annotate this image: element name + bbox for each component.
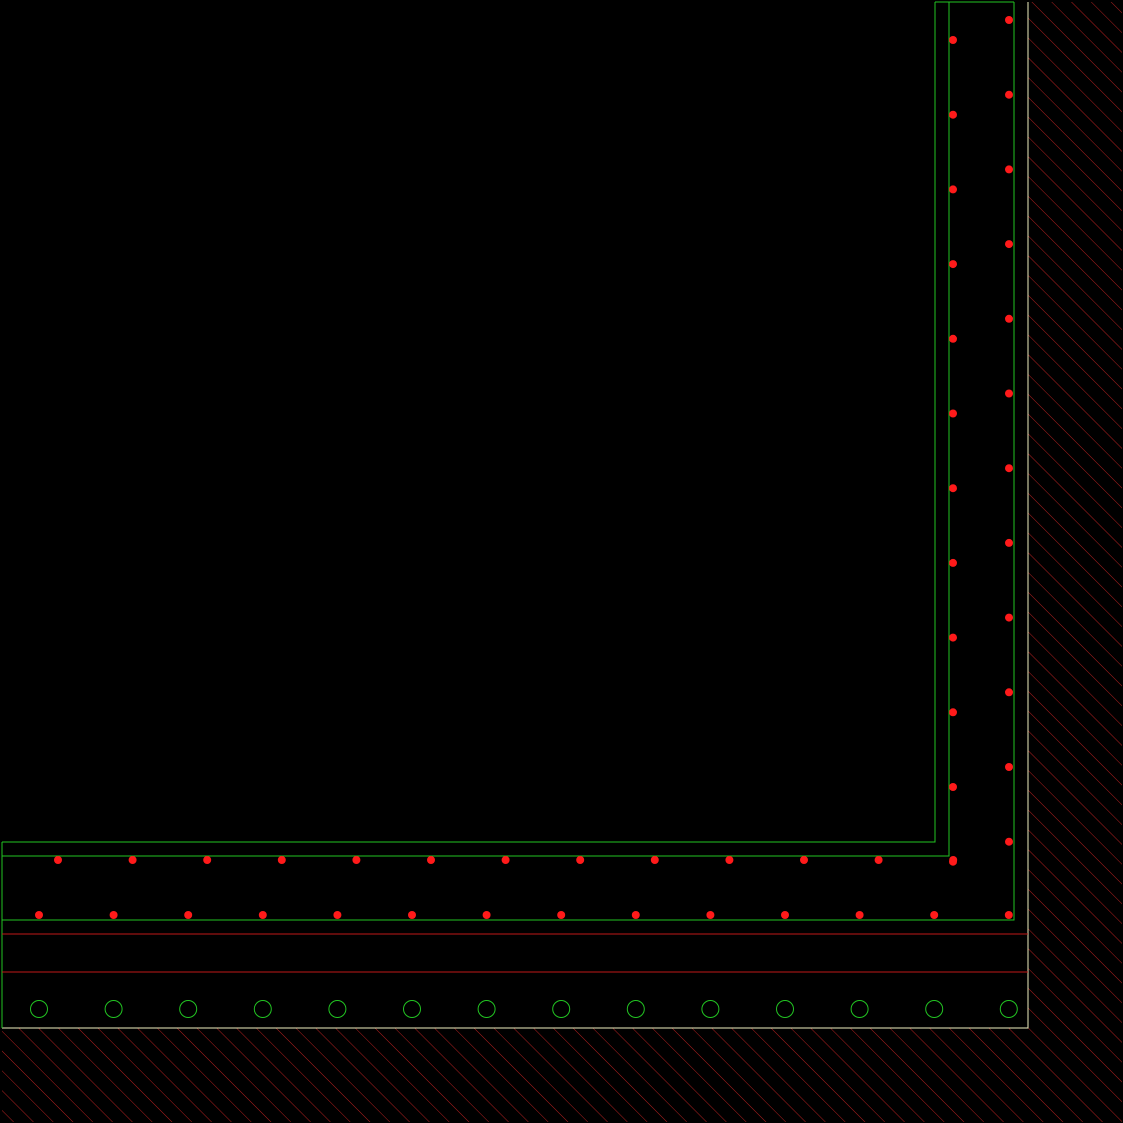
rebar-horizontal-outer bbox=[109, 911, 118, 919]
pile-circle bbox=[403, 1000, 421, 1018]
pile-circle bbox=[328, 1000, 347, 1018]
pile-circle bbox=[477, 1000, 496, 1018]
rebar-horizontal-outer bbox=[482, 911, 491, 919]
rebar-horizontal-inner bbox=[352, 856, 361, 864]
rebar-vertical-inner bbox=[949, 110, 957, 119]
rebar-vertical-outer bbox=[1005, 613, 1013, 622]
rebar-horizontal-inner bbox=[576, 856, 585, 864]
pile-circle bbox=[552, 1000, 571, 1018]
rebar-horizontal-inner bbox=[54, 856, 62, 864]
rebar-horizontal-outer bbox=[35, 911, 43, 919]
rebar-horizontal-inner bbox=[725, 856, 734, 864]
rebar-horizontal-inner bbox=[277, 856, 286, 864]
rebar-vertical-outer bbox=[1005, 464, 1013, 473]
rebar-vertical-inner bbox=[949, 484, 957, 493]
pile-circle bbox=[104, 1000, 123, 1018]
rebar-horizontal-inner bbox=[874, 856, 883, 864]
pile-circle bbox=[179, 1000, 198, 1018]
pile-circle bbox=[999, 1000, 1018, 1018]
cad-drawing-canvas bbox=[1, 1, 1122, 1122]
rebar-horizontal-inner bbox=[203, 856, 212, 864]
rebar-horizontal-inner bbox=[501, 856, 510, 864]
rebar-vertical-outer bbox=[1005, 837, 1013, 846]
pile-circle bbox=[776, 1000, 794, 1018]
rebar-vertical-outer bbox=[1005, 314, 1013, 323]
rebar-horizontal-outer bbox=[781, 911, 789, 919]
membrane-lines bbox=[2, 933, 1028, 973]
rebar-vertical-outer bbox=[1005, 389, 1013, 398]
rebar-horizontal-inner bbox=[800, 856, 808, 864]
rebar-vertical-outer bbox=[1005, 688, 1013, 697]
pile-circle bbox=[626, 1000, 645, 1018]
rebar-horizontal-outer bbox=[631, 911, 640, 919]
pile-circle bbox=[30, 1000, 48, 1018]
rebar-horizontal-outer bbox=[333, 911, 342, 919]
rebar-horizontal-outer bbox=[557, 911, 566, 919]
rebar-horizontal-outer bbox=[706, 911, 715, 919]
rebar-horizontal-outer bbox=[258, 911, 267, 919]
wall-outline-group bbox=[1, 1, 1015, 1028]
pile-circle bbox=[701, 1000, 720, 1018]
rebar-vertical-inner bbox=[949, 783, 957, 791]
rebar-horizontal-outer bbox=[184, 911, 193, 919]
rebar-vertical-outer bbox=[1005, 538, 1013, 547]
rebar-horizontal-outer bbox=[855, 911, 864, 919]
pile-circle bbox=[925, 1000, 944, 1018]
soil-hatch-right bbox=[1028, 2, 1122, 1122]
rebar-vertical-inner bbox=[949, 185, 957, 194]
rebar-vertical-inner bbox=[949, 633, 957, 642]
rebar-horizontal-inner bbox=[427, 856, 435, 864]
rebar-horizontal-inner bbox=[128, 856, 137, 864]
rebar-vertical-inner bbox=[949, 36, 957, 44]
rebar-horizontal-outer bbox=[408, 911, 416, 919]
rebar-vertical-inner bbox=[949, 334, 957, 343]
rebar-vertical-outer bbox=[1005, 240, 1013, 249]
wall-outer-edge bbox=[2, 2, 936, 843]
pile-circle bbox=[253, 1000, 272, 1018]
wall-back-edge bbox=[2, 2, 1015, 921]
rebar-horizontal-inner bbox=[650, 856, 659, 864]
rebar-vertical-inner bbox=[949, 260, 957, 269]
rebar-vertical-inner bbox=[949, 558, 957, 567]
rebar-vertical-outer bbox=[1005, 16, 1013, 24]
rebar-vertical-inner bbox=[949, 409, 957, 418]
rebar-vertical-outer bbox=[1005, 90, 1013, 99]
rebar-vertical-outer bbox=[1005, 763, 1013, 771]
pile-group bbox=[30, 1000, 1018, 1018]
rebar-group bbox=[35, 16, 1013, 919]
rebar-horizontal-outer bbox=[930, 911, 939, 919]
wall-inner-edge bbox=[2, 2, 950, 857]
rebar-vertical-inner bbox=[949, 708, 957, 717]
pile-circle bbox=[850, 1000, 869, 1018]
rebar-horizontal-inner bbox=[949, 856, 958, 864]
soil-boundary-line bbox=[2, 2, 1029, 1029]
rebar-vertical-outer bbox=[1005, 165, 1013, 174]
rebar-horizontal-outer bbox=[1004, 911, 1013, 919]
soil-hatch-bottom bbox=[2, 1028, 1028, 1122]
